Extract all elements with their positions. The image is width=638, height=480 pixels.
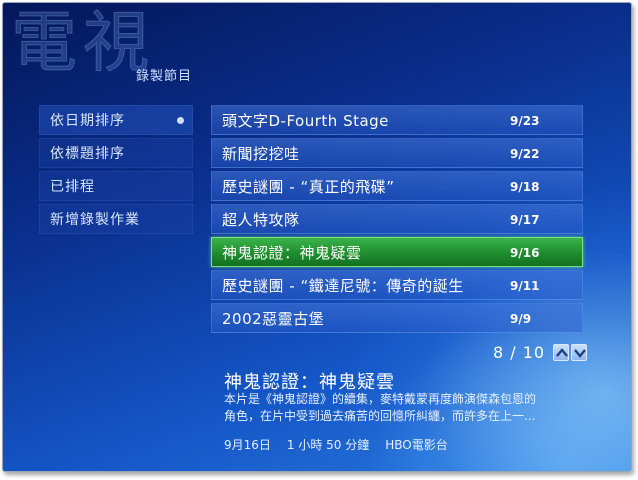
selected-dot-icon (177, 117, 184, 124)
sidebar-item-sort-by-date[interactable]: 依日期排序 (39, 105, 193, 135)
recording-date: 9/23 (510, 114, 540, 128)
sidebar: 依日期排序 依標題排序 已排程 新增錄製作業 (39, 105, 193, 237)
sidebar-item-label: 新增錄製作業 (50, 212, 140, 228)
sidebar-item-sort-by-title[interactable]: 依標題排序 (39, 138, 193, 168)
page-title: 錄製節目 (136, 69, 193, 84)
sidebar-item-label: 已排程 (50, 179, 95, 195)
page-counter: 8 / 10 (493, 342, 546, 362)
recording-date: 9/11 (510, 279, 540, 293)
recording-date: 9/17 (510, 213, 540, 227)
page-up-button[interactable] (553, 343, 570, 361)
recordings-list: 頭文字D-Fourth Stage 9/23 新聞挖挖哇 9/22 歷史謎團 -… (211, 105, 583, 336)
description-line: 本片是《神鬼認證》的續集，麥特戴蒙再度飾演傑森包恩的 (224, 392, 537, 406)
duration: 1 小時 50 分鐘 (286, 438, 370, 452)
list-item[interactable]: 歷史謎團 - “鐵達尼號：傳奇的誕生 9/11 (211, 270, 583, 300)
channel: HBO電影台 (385, 438, 448, 452)
list-item[interactable]: 歷史謎團 - “真正的飛碟” 9/18 (211, 171, 583, 201)
sidebar-item-scheduled[interactable]: 已排程 (39, 171, 193, 201)
recording-title: 歷史謎團 - “真正的飛碟” (222, 178, 395, 196)
detail-meta: 9月16日 1 小時 50 分鐘 HBO電影台 (224, 436, 464, 453)
air-date: 9月16日 (224, 438, 271, 452)
recording-title: 歷史謎團 - “鐵達尼號：傳奇的誕生 (222, 277, 464, 295)
recording-date: 9/16 (510, 246, 540, 260)
sidebar-item-add-recording[interactable]: 新增錄製作業 (39, 204, 193, 234)
list-item[interactable]: 2002惡靈古堡 9/9 (211, 303, 583, 333)
list-item[interactable]: 頭文字D-Fourth Stage 9/23 (211, 105, 583, 135)
recording-title: 頭文字D-Fourth Stage (222, 112, 389, 130)
list-item[interactable]: 超人特攻隊 9/17 (211, 204, 583, 234)
recording-title: 新聞挖挖哇 (222, 145, 300, 163)
sidebar-item-label: 依日期排序 (50, 113, 125, 129)
detail-description: 本片是《神鬼認證》的續集，麥特戴蒙再度飾演傑森包恩的 角色，在片中受到過去痛苦的… (224, 391, 608, 425)
list-item[interactable]: 新聞挖挖哇 9/22 (211, 138, 583, 168)
recording-date: 9/9 (510, 312, 532, 326)
sidebar-item-label: 依標題排序 (50, 146, 125, 162)
chevron-up-icon (556, 347, 569, 357)
list-item-selected[interactable]: 神鬼認證：神鬼疑雲 9/16 (211, 237, 583, 267)
pager: 8 / 10 (493, 342, 588, 362)
page-down-button[interactable] (571, 343, 588, 361)
description-line: 角色，在片中受到過去痛苦的回憶所糾纏，而許多在上一... (224, 409, 536, 423)
chevron-down-icon (574, 348, 587, 358)
recording-date: 9/22 (510, 147, 540, 161)
recording-title: 2002惡靈古堡 (222, 310, 325, 328)
media-center-window: 電視 錄製節目 依日期排序 依標題排序 已排程 新增錄製作業 頭文字D-Four… (2, 2, 632, 472)
recording-title: 超人特攻隊 (222, 211, 300, 229)
tv-watermark: 電視 (11, 4, 155, 82)
recording-title: 神鬼認證：神鬼疑雲 (222, 244, 362, 262)
recording-date: 9/18 (510, 180, 540, 194)
